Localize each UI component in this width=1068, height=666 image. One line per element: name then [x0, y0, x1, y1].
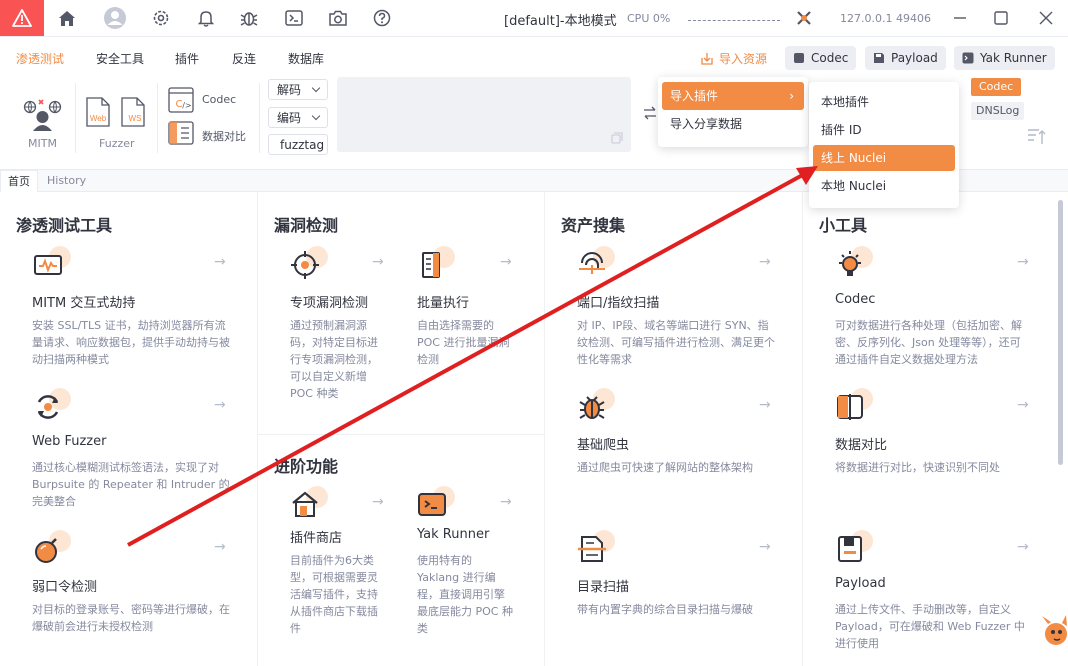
annotation-arrow: [127, 166, 818, 547]
